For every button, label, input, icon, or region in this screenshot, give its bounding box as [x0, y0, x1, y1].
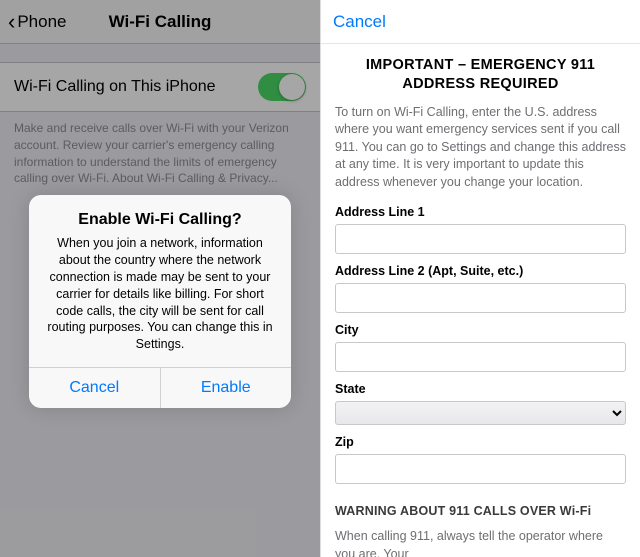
important-heading: IMPORTANT – EMERGENCY 911 ADDRESS REQUIR…	[335, 56, 626, 94]
info-text: To turn on Wi-Fi Calling, enter the U.S.…	[335, 104, 626, 192]
form-scroll: IMPORTANT – EMERGENCY 911 ADDRESS REQUIR…	[321, 44, 640, 557]
settings-pane-left: ‹ Phone Wi-Fi Calling Wi-Fi Calling on T…	[0, 0, 320, 557]
city-input[interactable]	[335, 342, 626, 372]
warning-text: When calling 911, always tell the operat…	[335, 528, 626, 557]
alert-cancel-button[interactable]: Cancel	[29, 368, 161, 408]
zip-input[interactable]	[335, 454, 626, 484]
address2-input[interactable]	[335, 283, 626, 313]
address1-input[interactable]	[335, 224, 626, 254]
label-address1: Address Line 1	[335, 205, 626, 219]
alert-buttons: Cancel Enable	[29, 367, 291, 408]
cancel-button[interactable]: Cancel	[333, 12, 386, 32]
alert-enable-button[interactable]: Enable	[161, 368, 292, 408]
label-state: State	[335, 382, 626, 396]
right-header: Cancel	[321, 0, 640, 44]
emergency-address-pane: Cancel IMPORTANT – EMERGENCY 911 ADDRESS…	[320, 0, 640, 557]
alert-content: Enable Wi-Fi Calling? When you join a ne…	[29, 195, 291, 367]
warning-heading: WARNING ABOUT 911 CALLS OVER Wi-Fi	[335, 504, 626, 518]
label-city: City	[335, 323, 626, 337]
label-zip: Zip	[335, 435, 626, 449]
state-select[interactable]	[335, 401, 626, 425]
alert-title: Enable Wi-Fi Calling?	[43, 211, 277, 229]
label-address2: Address Line 2 (Apt, Suite, etc.)	[335, 264, 626, 278]
enable-wifi-calling-alert: Enable Wi-Fi Calling? When you join a ne…	[29, 195, 291, 408]
alert-body: When you join a network, information abo…	[43, 235, 277, 353]
